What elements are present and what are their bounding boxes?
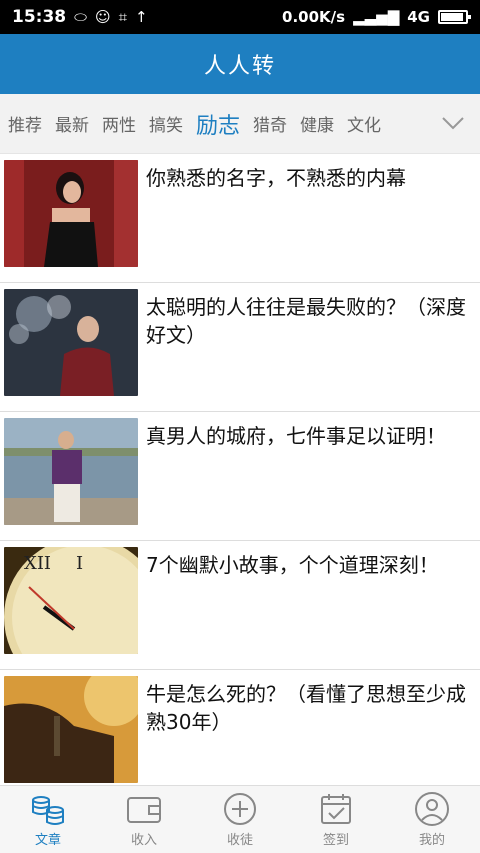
tab-curiosities[interactable]: 猎奇 <box>253 111 287 136</box>
article-thumbnail <box>4 289 138 396</box>
article-list: 你熟悉的名字，不熟悉的内幕 太聪明的人往往是最失败的？（深度好文） 真男人的城府… <box>0 154 480 799</box>
tab-relationships[interactable]: 两性 <box>102 111 136 136</box>
article-title: 你熟悉的名字，不熟悉的内幕 <box>146 166 406 190</box>
nav-articles[interactable]: 文章 <box>0 786 96 853</box>
nav-profile[interactable]: 我的 <box>384 786 480 853</box>
article-thumbnail <box>4 418 138 525</box>
signal-icon: ▂▃▅▇ <box>353 7 400 26</box>
article-title: 真男人的城府，七件事足以证明！ <box>146 424 446 448</box>
tab-inspirational[interactable]: 励志 <box>196 108 240 140</box>
nav-label: 文章 <box>34 832 61 848</box>
bottom-nav: 文章 收入 收徒 签到 我的 <box>0 785 480 853</box>
network-type: 4G <box>407 8 430 26</box>
chat-icon: ☺ <box>94 7 111 26</box>
app-header: 人人转 <box>0 34 480 94</box>
tab-funny[interactable]: 搞笑 <box>149 111 183 136</box>
wallet-icon <box>127 796 161 823</box>
list-item[interactable]: 你熟悉的名字，不熟悉的内幕 <box>0 154 480 283</box>
net-speed: 0.00K/s <box>282 8 346 26</box>
list-item[interactable]: 牛是怎么死的？（看懂了思想至少成熟30年） <box>0 670 480 799</box>
nav-label: 我的 <box>418 832 445 848</box>
nav-recruit[interactable]: 收徒 <box>192 786 288 853</box>
article-thumbnail: XII I <box>4 547 138 654</box>
plus-circle-icon <box>224 792 256 825</box>
screenshot-icon: ⌗ <box>118 7 128 26</box>
nav-label: 收入 <box>130 832 157 848</box>
status-bar: 15:38 ⬭ ☺ ⌗ ↑ 0.00K/s ▂▃▅▇ 4G <box>0 0 480 34</box>
coins-icon <box>32 795 64 825</box>
nav-label: 收徒 <box>226 832 253 848</box>
calendar-check-icon <box>321 793 351 824</box>
chevron-down-icon[interactable] <box>440 110 466 136</box>
tab-health[interactable]: 健康 <box>300 111 334 136</box>
user-icon <box>415 791 449 826</box>
article-title: 太聪明的人往往是最失败的？（深度好文） <box>146 295 466 347</box>
tab-latest[interactable]: 最新 <box>55 111 89 136</box>
nav-income[interactable]: 收入 <box>96 786 192 853</box>
article-title: 7个幽默小故事，个个道理深刻！ <box>146 553 439 577</box>
article-thumbnail <box>4 676 138 783</box>
notification-icon: ⬭ <box>74 7 87 26</box>
tab-recommend[interactable]: 推荐 <box>8 111 42 136</box>
nav-checkin[interactable]: 签到 <box>288 786 384 853</box>
article-title: 牛是怎么死的？（看懂了思想至少成熟30年） <box>146 682 466 734</box>
article-thumbnail <box>4 160 138 267</box>
svg-text:XII: XII <box>24 553 51 574</box>
tab-culture[interactable]: 文化 <box>347 111 381 136</box>
svg-text:I: I <box>76 553 83 574</box>
battery-level <box>441 13 463 21</box>
app-title: 人人转 <box>203 54 276 79</box>
status-time: 15:38 <box>12 7 67 27</box>
battery-icon <box>438 10 471 24</box>
upload-arrow-icon: ↑ <box>135 7 148 26</box>
nav-label: 签到 <box>322 832 349 848</box>
category-tabs: 推荐 最新 两性 搞笑 励志 猎奇 健康 文化 <box>0 94 480 154</box>
list-item[interactable]: 真男人的城府，七件事足以证明！ <box>0 412 480 541</box>
list-item[interactable]: XII I 7个幽默小故事，个个道理深刻！ <box>0 541 480 670</box>
list-item[interactable]: 太聪明的人往往是最失败的？（深度好文） <box>0 283 480 412</box>
